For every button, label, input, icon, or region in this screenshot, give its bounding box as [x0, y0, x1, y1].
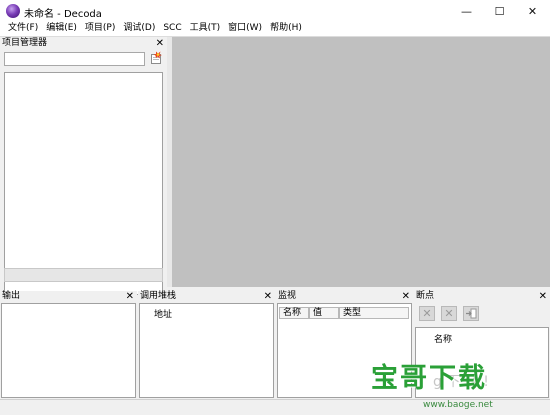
output-panel: 输出 ✕: [0, 291, 137, 398]
callstack-header: 调用堆栈 ✕: [138, 291, 275, 302]
project-manager-title: 项目管理器: [2, 38, 48, 48]
watch-close-button[interactable]: ✕: [402, 291, 410, 302]
delete-breakpoint-icon[interactable]: ✕: [419, 306, 435, 321]
callstack-column-address[interactable]: 地址: [154, 307, 172, 320]
callstack-close-button[interactable]: ✕: [264, 291, 272, 302]
add-file-icon[interactable]: [149, 51, 163, 65]
title-bar: 未命名 - Decoda — ☐ ✕: [0, 0, 550, 22]
watch-column-value[interactable]: 值: [309, 307, 339, 319]
project-filter-input[interactable]: [4, 52, 145, 66]
breakpoints-header: 断点 ✕: [414, 291, 550, 302]
goto-breakpoint-icon[interactable]: [463, 306, 479, 321]
watch-header: 监视 ✕: [276, 291, 413, 302]
delete-all-breakpoints-icon[interactable]: ✕: [441, 306, 457, 321]
menu-bar: 文件(F) 编辑(E) 项目(P) 调试(D) SCC 工具(T) 窗口(W) …: [0, 22, 550, 36]
menu-scc[interactable]: SCC: [159, 22, 185, 36]
menu-help[interactable]: 帮助(H): [266, 22, 306, 36]
menu-window[interactable]: 窗口(W): [224, 22, 266, 36]
maximize-button[interactable]: ☐: [483, 0, 516, 22]
breakpoints-title: 断点: [416, 291, 435, 301]
menu-file[interactable]: 文件(F): [4, 22, 42, 36]
output-close-button[interactable]: ✕: [126, 291, 134, 302]
project-tree[interactable]: [4, 72, 163, 295]
breakpoints-column-name[interactable]: 名称: [434, 332, 452, 345]
project-manager-panel: 项目管理器 ✕: [0, 37, 167, 295]
output-header: 输出 ✕: [0, 291, 137, 302]
project-manager-header: 项目管理器 ✕: [0, 38, 167, 49]
watch-title: 监视: [278, 291, 297, 301]
window-title: 未命名 - Decoda: [24, 9, 102, 20]
project-status-strip: [4, 268, 163, 282]
callstack-title: 调用堆栈: [140, 291, 177, 301]
output-title: 输出: [2, 291, 21, 301]
decoda-logo-icon: [6, 4, 20, 18]
project-manager-close-button[interactable]: ✕: [156, 38, 164, 49]
close-window-button[interactable]: ✕: [516, 0, 549, 22]
menu-project[interactable]: 项目(P): [81, 22, 119, 36]
status-bar: [0, 399, 550, 415]
app-area: 项目管理器 ✕ 输出 ✕ 调用堆栈 ✕ 地址 监视 ✕ 名称 值 类型 断点 ✕…: [0, 36, 550, 415]
watch-column-type[interactable]: 类型: [339, 307, 409, 319]
watch-panel: 监视 ✕ 名称 值 类型: [276, 291, 413, 398]
menu-edit[interactable]: 编辑(E): [42, 22, 81, 36]
menu-tools[interactable]: 工具(T): [186, 22, 225, 36]
breakpoints-toolbar: ✕ ✕: [415, 303, 549, 325]
minimize-button[interactable]: —: [450, 0, 483, 22]
watch-list[interactable]: 名称 值 类型: [277, 303, 412, 398]
editor-area[interactable]: [172, 37, 550, 287]
callstack-panel: 调用堆栈 ✕ 地址: [138, 291, 275, 398]
breakpoints-panel: 断点 ✕ ✕ ✕ 名称: [414, 291, 550, 398]
output-text-area[interactable]: [1, 303, 136, 398]
menu-debug[interactable]: 调试(D): [119, 22, 159, 36]
breakpoints-list[interactable]: 名称: [415, 327, 549, 398]
watch-column-name[interactable]: 名称: [279, 307, 309, 319]
callstack-list[interactable]: 地址: [139, 303, 274, 398]
breakpoints-close-button[interactable]: ✕: [539, 291, 547, 302]
